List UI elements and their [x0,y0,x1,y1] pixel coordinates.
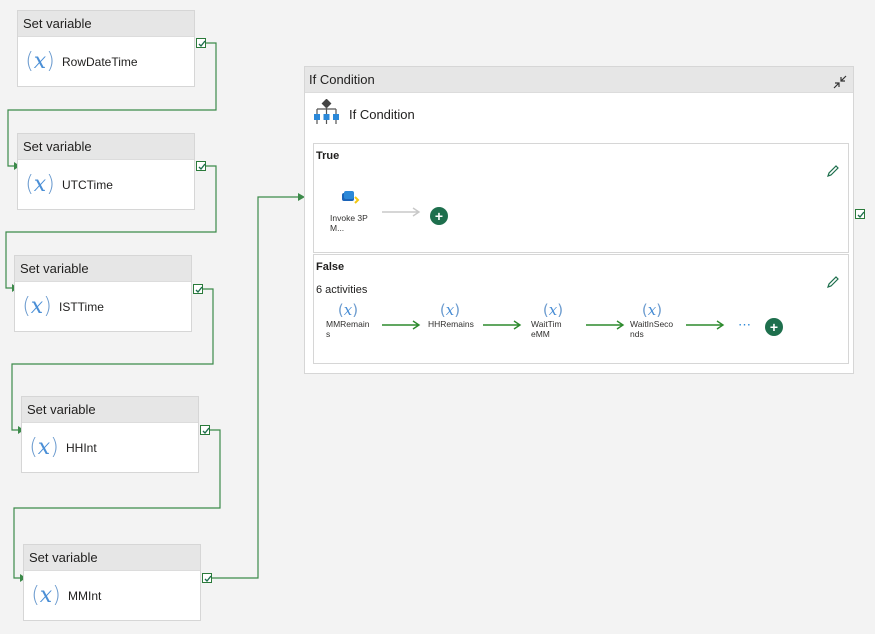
variable-x-icon: (x) [542,301,564,319]
arrow-icon [686,320,725,330]
activity-name: ISTTime [59,299,104,314]
pencil-icon[interactable] [826,164,840,178]
variable-x-icon: (x) [641,301,663,319]
activity-set-variable-rowdatetime[interactable]: Set variable (x) RowDateTime [17,10,195,87]
activity-label: MMRemains [326,319,370,339]
activity-type: Set variable [18,134,194,160]
branch-title: False [316,261,345,273]
if-condition-header: If Condition [309,72,375,87]
activity-name: MMInt [68,588,102,603]
add-activity-button[interactable]: + [430,207,448,225]
variable-x-icon: (x) [25,172,55,197]
check-icon[interactable] [193,284,203,294]
if-condition-title: If Condition [349,107,415,122]
activity-waitinseconds[interactable]: (x) WaitInSeconds [630,301,690,339]
activity-count: 6 activities [316,284,368,296]
check-icon[interactable] [196,38,206,48]
arrow-icon [586,320,625,330]
more-activities[interactable]: ⋯ [738,317,752,333]
if-condition-activity[interactable]: If Condition If Condition True Invoke 3P… [304,66,854,374]
variable-x-icon: (x) [337,301,359,319]
arrow-icon [382,207,421,217]
false-branch[interactable]: False 6 activities (x) MMRemains (x) HHR… [313,254,849,364]
variable-x-icon: (x) [29,435,59,460]
activity-name: RowDateTime [62,54,138,69]
check-icon[interactable] [855,209,865,219]
activity-name: HHInt [66,440,97,455]
pencil-icon[interactable] [826,275,840,289]
connector-5-if [212,196,300,579]
activity-label: Invoke 3PM... [330,213,368,233]
check-icon[interactable] [196,161,206,171]
arrow-icon [483,320,522,330]
activity-type: Set variable [22,397,198,423]
variable-x-icon: (x) [22,294,52,319]
activity-set-variable-utctime[interactable]: Set variable (x) UTCTime [17,133,195,210]
activity-label: HHRemains [428,319,474,329]
activity-name: UTCTime [62,177,113,192]
activity-label: WaitInSeconds [630,319,674,339]
variable-x-icon: (x) [439,301,461,319]
activity-mmremains[interactable]: (x) MMRemains [326,301,386,339]
true-branch[interactable]: True Invoke 3PM... + [313,143,849,253]
activity-type: Set variable [15,256,191,282]
variable-x-icon: (x) [31,583,61,608]
check-icon[interactable] [200,425,210,435]
variable-x-icon: (x) [25,49,55,74]
activity-type: Set variable [24,545,200,571]
activity-label: WaitTimeMM [531,319,562,339]
activity-hhremains[interactable]: (x) HHRemains [428,301,488,329]
activity-set-variable-isttime[interactable]: Set variable (x) ISTTime [14,255,192,332]
check-icon[interactable] [202,573,212,583]
activity-waittimemm[interactable]: (x) WaitTimeMM [531,301,591,339]
arrow-icon [382,320,421,330]
activity-set-variable-mmint[interactable]: Set variable (x) MMInt [23,544,201,621]
branch-title: True [316,150,340,162]
activity-type: Set variable [18,11,194,37]
collapse-icon[interactable] [833,72,847,89]
activity-set-variable-hhint[interactable]: Set variable (x) HHInt [21,396,199,473]
add-activity-button[interactable]: + [765,318,783,336]
if-condition-icon [313,98,341,130]
